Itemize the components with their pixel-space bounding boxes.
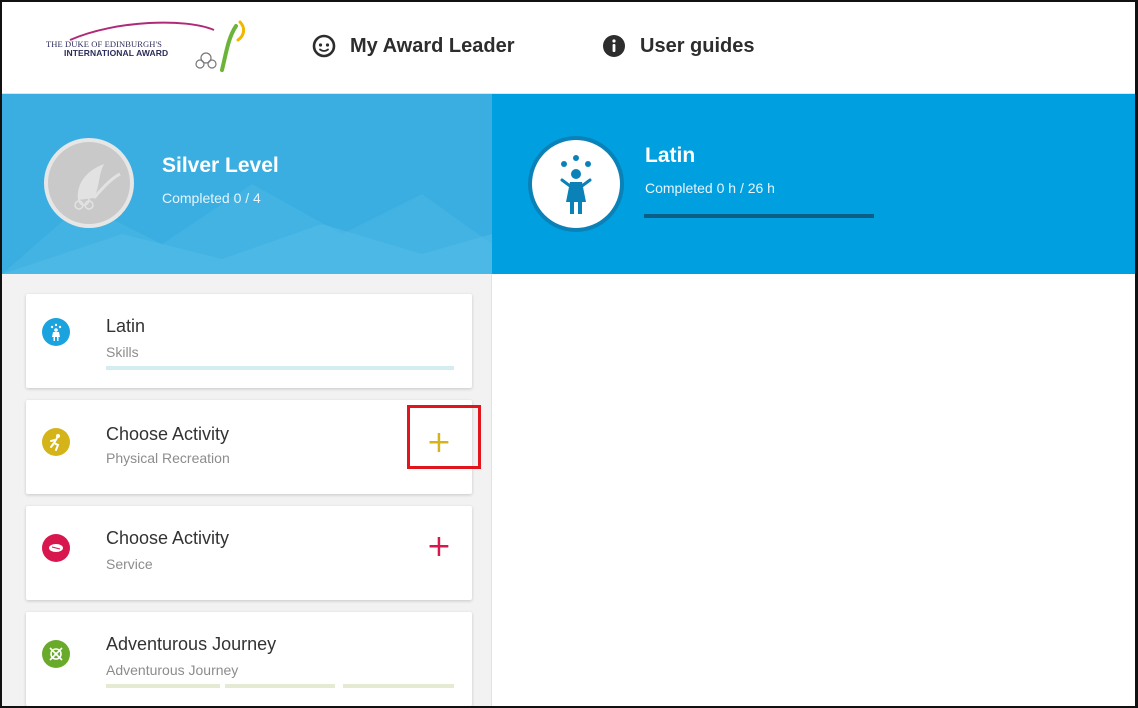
card-title: Choose Activity: [106, 528, 230, 548]
add-service-activity-button[interactable]: +: [424, 532, 454, 562]
level-summary-panel: Silver Level Completed 0 / 4: [2, 94, 492, 274]
nav-user-guides-label: User guides: [640, 34, 755, 57]
activity-progress-text: Completed 0 h / 26 h: [645, 180, 775, 196]
top-bar: THE DUKE OF EDINBURGH'S INTERNATIONAL AW…: [2, 2, 1135, 94]
level-progress-text: Completed 0 / 4: [162, 190, 261, 206]
level-title: Silver Level: [162, 154, 279, 177]
activity-title: Latin: [645, 144, 696, 167]
juggler-icon: [528, 136, 624, 232]
activity-summary-panel: Latin Completed 0 h / 26 h: [492, 94, 1135, 274]
main-content-area: [493, 274, 1135, 706]
card-title: Latin: [106, 316, 146, 336]
journey-progress-segment: [106, 684, 220, 688]
card-subtitle: Skills: [106, 344, 139, 360]
card-subtitle: Adventurous Journey: [106, 662, 239, 678]
activity-card-service[interactable]: Choose Activity Service +: [26, 506, 472, 600]
award-logo[interactable]: THE DUKE OF EDINBURGH'S INTERNATIONAL AW…: [46, 18, 256, 74]
app-window: THE DUKE OF EDINBURGH'S INTERNATIONAL AW…: [0, 0, 1138, 708]
logo-text: THE DUKE OF EDINBURGH'S INTERNATIONAL AW…: [46, 40, 168, 58]
info-icon: [602, 34, 626, 58]
journey-progress-segment: [343, 684, 454, 688]
activity-card-skills[interactable]: Latin Skills: [26, 294, 472, 388]
compass-icon: [42, 640, 70, 668]
journey-progress-segment: [225, 684, 335, 688]
smiley-face-icon: [312, 34, 336, 58]
card-subtitle: Service: [106, 556, 153, 572]
card-progress-bar: [106, 366, 454, 370]
card-title: Adventurous Journey: [106, 634, 277, 654]
activity-card-physical-recreation[interactable]: Choose Activity Physical Recreation +: [26, 400, 472, 494]
activity-progress-bar: [644, 214, 874, 218]
nav-my-award-leader[interactable]: My Award Leader: [312, 32, 515, 60]
card-title: Choose Activity: [106, 424, 230, 444]
activity-list: Latin Skills Choose Activity Physical Re…: [2, 274, 492, 706]
highlight-box: [407, 405, 481, 469]
logo-line2: INTERNATIONAL AWARD: [64, 48, 169, 58]
card-subtitle: Physical Recreation: [106, 450, 230, 466]
handshake-icon: [42, 534, 70, 562]
nav-my-award-leader-label: My Award Leader: [350, 34, 515, 57]
activity-card-adventurous-journey[interactable]: Adventurous Journey Adventurous Journey: [26, 612, 472, 706]
silver-award-badge-icon: [44, 138, 134, 228]
juggler-icon: [42, 318, 70, 346]
runner-icon: [42, 428, 70, 456]
nav-user-guides[interactable]: User guides: [602, 32, 754, 60]
